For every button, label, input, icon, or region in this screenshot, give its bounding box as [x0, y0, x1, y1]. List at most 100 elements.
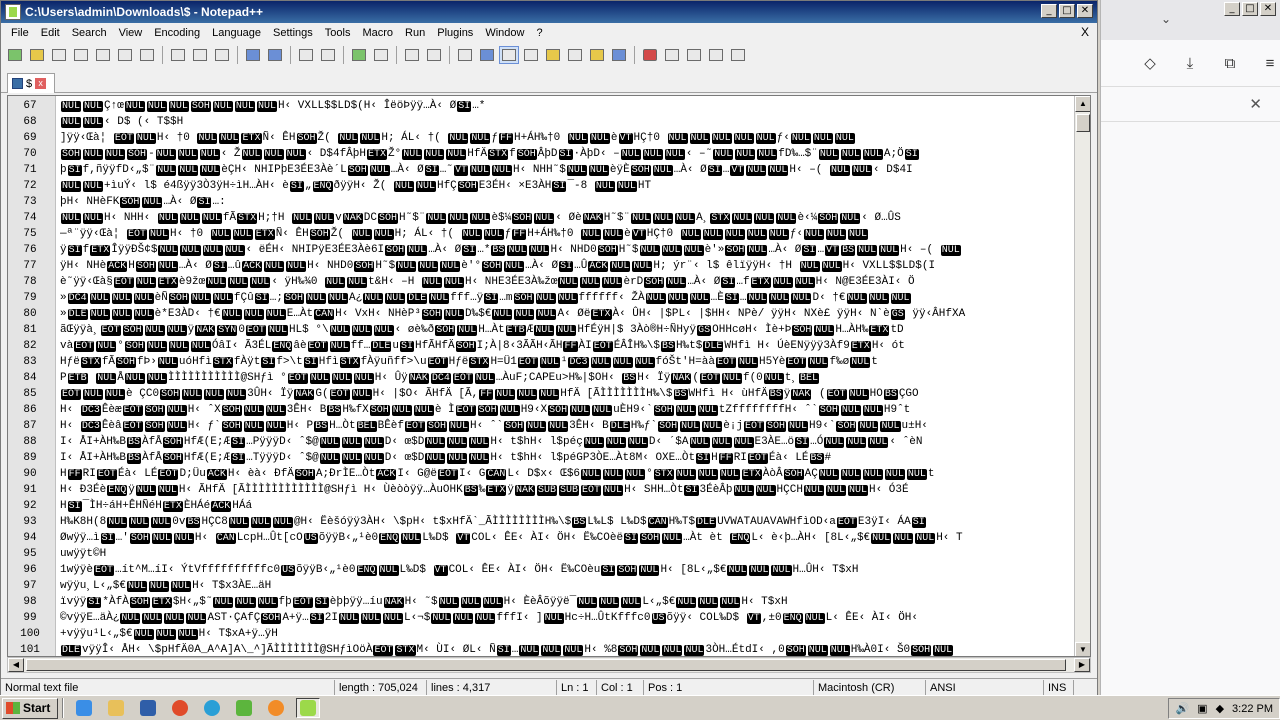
editor-line[interactable]: 76 ÿ SI f ETX ÎÿÿÐŠ¢$ NUL NUL NUL NUL ‹ ëÉH‹ NHIPÿ…	[8, 242, 1070, 258]
indent-guide-icon[interactable]	[499, 46, 519, 64]
close-icon[interactable]	[93, 46, 113, 64]
playback-icon[interactable]	[684, 46, 704, 64]
stop-record-icon[interactable]	[662, 46, 682, 64]
ie-icon[interactable]	[72, 698, 96, 718]
editor-line[interactable]: 95 uwÿÿt©H	[8, 546, 1070, 562]
media-player-icon[interactable]	[136, 698, 160, 718]
chrome-icon[interactable]	[168, 698, 192, 718]
menu-tools[interactable]: Tools	[319, 25, 357, 41]
cut-icon[interactable]	[168, 46, 188, 64]
save-macro-icon[interactable]	[728, 46, 748, 64]
editor-line[interactable]: 73 þH‹ NHèFK SOH NUL …À‹ Ø SI…:	[8, 194, 1070, 210]
editor-line[interactable]: 87 H‹ DC3 Êèâ EOT SOH NUL H‹ ƒ` SOH NUL NUL H‹ P BS…	[8, 418, 1070, 434]
editor-line[interactable]: 67 NUL NUL Ç↑œ NUL NUL NUL SOH NUL NUL NUL H‹ VXLL$…	[8, 98, 1070, 114]
horizontal-scrollbar[interactable]: ◀ ▶	[7, 657, 1091, 673]
menu-macro[interactable]: Macro	[356, 25, 399, 41]
editor-line[interactable]: 69]ÿÿ‹Œà¦ EOT NUL H‹ †0 NUL NUL ETX Ñ‹ ÊH SOH Ž…	[8, 130, 1070, 146]
open-file-icon[interactable]	[27, 46, 47, 64]
editor-line[interactable]: 79 » DC4 NUL NUL NUL èÑ SOH NUL NUL fÇû SI…; SOH NUL N…	[8, 290, 1070, 306]
windows-tiles-icon[interactable]	[232, 698, 256, 718]
minimize-button[interactable]: _	[1041, 4, 1057, 18]
hamburger-menu-icon[interactable]: ≡	[1261, 55, 1279, 72]
tab-dollar[interactable]: $ x	[7, 73, 55, 93]
editor-line[interactable]: 93 H‰K8H(8 NUL NUL NUL 0v BS HÇC8 NUL NUL NUL @H‹ Ë…	[8, 514, 1070, 530]
menu-run[interactable]: Run	[399, 25, 431, 41]
start-button[interactable]: Start	[2, 697, 58, 719]
shield-icon[interactable]: ◆	[1216, 702, 1224, 715]
menu-file[interactable]: File	[5, 25, 35, 41]
menu-view[interactable]: View	[113, 25, 149, 41]
editor-line[interactable]: 99 ©vÿÿE…äÀ¿ NUL NUL NUL NUL AST·ÇAfÇ SOH A+ÿ… SI…	[8, 610, 1070, 626]
chevron-down-icon[interactable]: ⌄	[1161, 12, 1171, 26]
editor-line[interactable]: 78 è˜ÿÿ‹Œà§ EOT NUL ETX è9žœ NUL NUL NUL ‹ ÿH‰¾0 …	[8, 274, 1070, 290]
editor-line[interactable]: 74 NUL NUL H‹ NHH‹ NUL NUL NUL fÃ STX H;†H NUL NU…	[8, 210, 1070, 226]
editor-line[interactable]: 68 NUL NUL ‹ D$ (‹ T$$H	[8, 114, 1070, 130]
close-window-button[interactable]: ✕	[1077, 4, 1093, 18]
sync-horizontal-icon[interactable]	[424, 46, 444, 64]
menu-window[interactable]: Window	[479, 25, 530, 41]
volume-icon[interactable]: 🔊	[1175, 702, 1189, 715]
extensions-icon[interactable]: ⧉	[1221, 55, 1239, 72]
network-icon[interactable]: ▣	[1197, 702, 1207, 715]
word-wrap-icon[interactable]	[455, 46, 475, 64]
editor-line[interactable]: 85 EOT NUL NUL è ÇC0 SOH NUL NUL NUL 3ÛH‹ Ïÿ NAK G(…	[8, 386, 1070, 402]
monitoring-icon[interactable]	[609, 46, 629, 64]
firefox-icon[interactable]	[264, 698, 288, 718]
editor-line[interactable]: 101 DLE vÿÿÎ‹ ÅH‹ \$pHfÄ0A_A^A]A\_^]ÃÌÌÌÌÌ…	[8, 642, 1070, 656]
status-eol[interactable]: Macintosh (CR)	[814, 679, 926, 696]
save-all-icon[interactable]	[71, 46, 91, 64]
close-all-icon[interactable]	[115, 46, 135, 64]
editor-line[interactable]: 77 ÿH‹ NHè ACK H SOH NUL …À‹ Ø SI …û ACK NUL NUL H‹ …	[8, 258, 1070, 274]
editor-line[interactable]: 92 H SI ¯ÌH÷áH+ÊHÑéH ETX ÈHÁé ACK HÁá	[8, 498, 1070, 514]
save-icon[interactable]	[49, 46, 69, 64]
undo-icon[interactable]	[243, 46, 263, 64]
editor-line[interactable]: 81 ãŒÿÿà¸ EOT SOH NUL NUL ÿ NAK SYN 0 EOT NUL HL$ °\…	[8, 322, 1070, 338]
tab-close-icon[interactable]: x	[35, 78, 47, 89]
vertical-scroll-thumb[interactable]	[1076, 114, 1090, 132]
browser-close-button[interactable]: ✕	[1260, 2, 1276, 16]
scroll-left-icon[interactable]: ◀	[8, 658, 24, 672]
clock[interactable]: 3:22 PM	[1232, 703, 1273, 715]
zoom-out-icon[interactable]	[371, 46, 391, 64]
doc-map-icon[interactable]	[543, 46, 563, 64]
record-macro-icon[interactable]	[640, 46, 660, 64]
editor-line[interactable]: 71 þ SI f,ñÿÿfD‹„$¨ NUL NUL NUL èÇH‹ NHIPþE3ÉE3…	[8, 162, 1070, 178]
browser-minimize-button[interactable]: _	[1224, 2, 1240, 16]
sync-vertical-icon[interactable]	[402, 46, 422, 64]
close-icon[interactable]: ✕	[1249, 95, 1262, 113]
user-lang-icon[interactable]	[521, 46, 541, 64]
editor-line[interactable]: 72 NUL NUL +ìuÝ‹ l$ é4ßÿÿ3Ò3ÿH÷ìH…ÀH‹ è SI „ E…	[8, 178, 1070, 194]
editor-line[interactable]: 100 +vÿÿu¹L‹„$€ NUL NUL NUL H‹ T$xA+ÿ…ÿH	[8, 626, 1070, 642]
explorer-icon[interactable]	[104, 698, 128, 718]
menu-settings[interactable]: Settings	[267, 25, 319, 41]
folder-workspace-icon[interactable]	[587, 46, 607, 64]
notepadpp-task-icon[interactable]	[296, 698, 320, 718]
function-list-icon[interactable]	[565, 46, 585, 64]
scroll-up-icon[interactable]: ▲	[1075, 96, 1090, 112]
editor-line[interactable]: 91 H‹ Ð3Éè ENQ ÿ NUL NUL H‹ ÃHfÄ [ÃÌÌÌÌÌÌÌÌÌÌÌ…	[8, 482, 1070, 498]
menu-encoding[interactable]: Encoding	[148, 25, 206, 41]
menu-language[interactable]: Language	[206, 25, 267, 41]
maximize-button[interactable]: □	[1059, 4, 1075, 18]
horizontal-scroll-thumb[interactable]	[26, 659, 1066, 671]
replace-icon[interactable]	[318, 46, 338, 64]
editor-line[interactable]: 80 » DLE NUL NUL NUL è*E3ÀD‹ †€ NUL NUL NUL E…Àt CA…	[8, 306, 1070, 322]
find-icon[interactable]	[296, 46, 316, 64]
status-encoding[interactable]: ANSI	[926, 679, 1044, 696]
download-icon[interactable]: ⤓	[1181, 55, 1199, 72]
scroll-right-icon[interactable]: ▶	[1074, 658, 1090, 672]
vertical-scrollbar[interactable]: ▲ ▼	[1074, 96, 1090, 656]
new-file-icon[interactable]	[5, 46, 25, 64]
editor-line[interactable]: 89 I‹ ÅI+ÀH‰B BS ÀfÅ SOH HfÆ(E;Æ SI …TÿÿÿD‹ ˆ$@…	[8, 450, 1070, 466]
editor-line[interactable]: 86 H‹ DC3 Êèæ EOT SOH NUL H‹ ˆX SOH NUL NUL 3ÊH‹ B…	[8, 402, 1070, 418]
menu-search[interactable]: Search	[66, 25, 113, 41]
editor-line[interactable]: 70 SOH NUL NUL SOH - NUL NUL NUL ‹ Ž NUL NUL NUL ‹ D$…	[8, 146, 1070, 162]
close-document-button[interactable]: X	[1081, 25, 1089, 39]
editor-line[interactable]: 88 I‹ ÅI+ÀH‰B BS ÀfÅ SOH HfÆ(E;Æ SI …PÿÿÿD‹ ˆ$@…	[8, 434, 1070, 450]
browser-maximize-button[interactable]: □	[1242, 2, 1258, 16]
run-macro-multiple-icon[interactable]	[706, 46, 726, 64]
menu-plugins[interactable]: Plugins	[431, 25, 479, 41]
editor-line[interactable]: 98 ïvÿÿ SI *ÀfÀ SOH ETX $H‹„$˜ NUL NUL NUL fþ EOT SI…	[8, 594, 1070, 610]
zoom-in-icon[interactable]	[349, 46, 369, 64]
menu-help[interactable]: ?	[530, 25, 548, 41]
